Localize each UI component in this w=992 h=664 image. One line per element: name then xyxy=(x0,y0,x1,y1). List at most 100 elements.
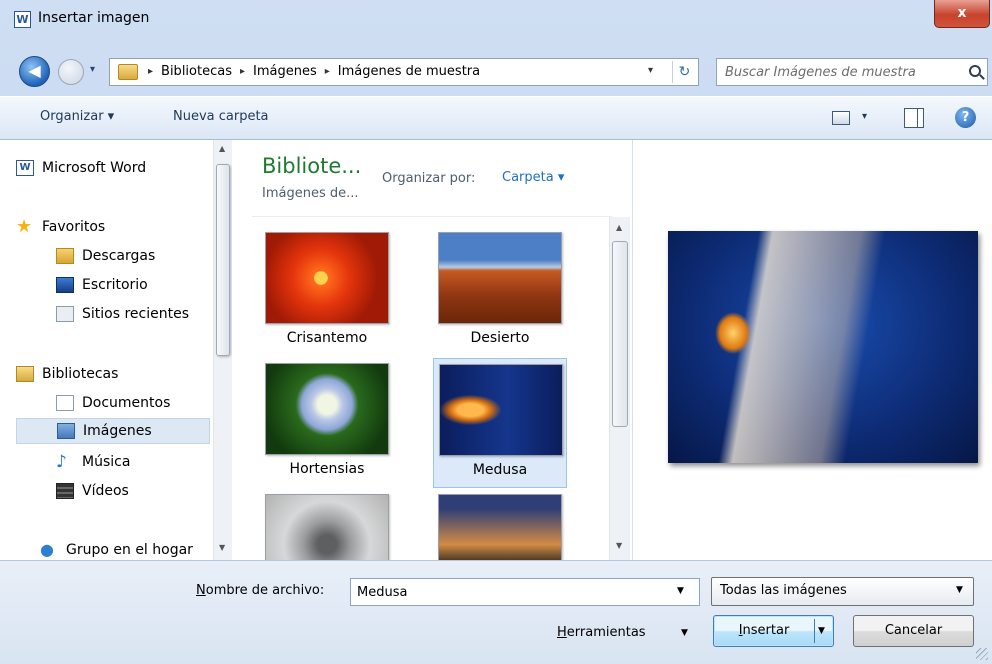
command-bar: Organizar ▾ Nueva carpeta ▾ ? xyxy=(0,96,992,140)
back-button[interactable]: ◀ xyxy=(19,56,50,87)
file-type-filter-value: Todas las imágenes xyxy=(720,583,847,598)
scroll-up-arrow-icon[interactable]: ▲ xyxy=(616,223,622,232)
navigation-scrollbar[interactable]: ▲ ▼ xyxy=(213,140,232,560)
nav-item-favoritos[interactable]: ★ Favoritos xyxy=(16,214,210,240)
nav-item-label: Favoritos xyxy=(42,219,106,235)
library-subtitle: Imágenes de... xyxy=(262,186,359,201)
scroll-up-arrow-icon[interactable]: ▲ xyxy=(219,144,225,153)
nav-item-bibliotecas[interactable]: Bibliotecas xyxy=(16,361,210,387)
scrollbar-thumb[interactable] xyxy=(612,241,628,427)
scrollbar-thumb[interactable] xyxy=(216,164,230,356)
file-tile-koala[interactable] xyxy=(262,490,392,560)
nav-item-label: Sitios recientes xyxy=(82,306,189,322)
chrysanthemum-thumbnail xyxy=(265,232,389,324)
nav-item-label: Imágenes xyxy=(83,423,152,439)
divider xyxy=(252,216,612,217)
file-list-scrollbar[interactable]: ▲ ▼ xyxy=(609,217,630,560)
new-folder-button[interactable]: Nueva carpeta xyxy=(173,109,269,124)
address-bar[interactable]: ▸ Bibliotecas ▸ Imágenes ▸ Imágenes de m… xyxy=(109,58,699,86)
insert-image-dialog: W Insertar imagen x ◀ ▾ ▸ Bibliotecas ▸ … xyxy=(0,0,992,664)
nav-item-microsoft-word[interactable]: W Microsoft Word xyxy=(16,155,210,181)
file-tile-crisantemo[interactable]: Crisantemo xyxy=(262,228,392,356)
close-button[interactable]: x xyxy=(934,0,990,28)
address-dropdown[interactable]: ▾ xyxy=(648,65,653,76)
arrange-by-label: Organizar por: xyxy=(382,171,476,186)
split-divider xyxy=(814,619,815,643)
preview-pane-toggle-icon[interactable] xyxy=(904,108,924,128)
nav-item-label: Documentos xyxy=(82,395,171,411)
breadcrumb-separator[interactable]: ▸ xyxy=(148,66,153,77)
file-type-filter-select[interactable]: Todas las imágenes ▼ xyxy=(711,577,974,606)
help-icon[interactable]: ? xyxy=(955,107,976,128)
filename-input[interactable] xyxy=(357,583,657,601)
downloads-folder-icon xyxy=(56,248,74,264)
title-bar: W Insertar imagen x xyxy=(0,0,992,40)
file-tile-medusa[interactable]: Medusa xyxy=(433,358,567,488)
word-icon: W xyxy=(16,160,34,176)
breadcrumb: ▸ Bibliotecas ▸ Imágenes ▸ Imágenes de m… xyxy=(148,64,480,79)
file-tile-desierto[interactable]: Desierto xyxy=(435,228,565,356)
breadcrumb-separator[interactable]: ▸ xyxy=(325,66,330,77)
library-title: Bibliote... xyxy=(262,154,362,178)
change-view-icon[interactable] xyxy=(832,111,850,125)
nav-item-label: Escritorio xyxy=(82,277,148,293)
hydrangeas-thumbnail xyxy=(265,363,389,455)
insert-options-dropdown[interactable]: ▼ xyxy=(818,616,825,646)
search-box[interactable] xyxy=(716,58,988,86)
nav-item-escritorio[interactable]: Escritorio xyxy=(56,272,212,298)
arrange-by-dropdown[interactable]: Carpeta ▾ xyxy=(502,170,564,185)
cancel-button[interactable]: Cancelar xyxy=(853,615,974,647)
filename-field[interactable]: ▼ xyxy=(350,578,700,606)
file-name: Hortensias xyxy=(289,461,365,477)
view-options-dropdown[interactable]: ▾ xyxy=(862,111,867,122)
forward-button[interactable] xyxy=(58,59,84,85)
file-name: Desierto xyxy=(470,330,530,346)
insert-label: Insertar xyxy=(738,623,790,638)
breadcrumb-imagenes[interactable]: Imágenes xyxy=(253,64,317,79)
recent-places-icon xyxy=(56,306,74,322)
folder-icon xyxy=(118,64,138,80)
videos-icon xyxy=(56,483,74,499)
navigation-pane: W Microsoft Word ★ Favoritos Descargas E… xyxy=(0,140,232,560)
tools-dropdown-arrow[interactable]: ▼ xyxy=(681,628,688,638)
filename-history-dropdown[interactable]: ▼ xyxy=(677,586,684,596)
window-title: Insertar imagen xyxy=(38,10,150,26)
search-icon[interactable] xyxy=(969,65,981,77)
nav-item-videos[interactable]: Vídeos xyxy=(56,478,212,504)
nav-item-label: Microsoft Word xyxy=(42,160,147,176)
nav-item-documentos[interactable]: Documentos xyxy=(56,390,212,416)
file-tile-faro[interactable] xyxy=(435,490,565,560)
organize-menu-button[interactable]: Organizar ▾ xyxy=(40,109,114,124)
libraries-icon xyxy=(16,366,34,382)
nav-item-label: Descargas xyxy=(82,248,156,264)
nav-item-label: Grupo en el hogar xyxy=(66,542,193,558)
recent-locations-dropdown[interactable]: ▾ xyxy=(90,64,95,75)
insert-button[interactable]: Insertar ▼ xyxy=(713,615,834,647)
file-name: Crisantemo xyxy=(286,330,368,346)
nav-item-musica[interactable]: ♪ Música xyxy=(56,449,212,475)
scroll-down-arrow-icon[interactable]: ▼ xyxy=(219,543,225,552)
file-name: Medusa xyxy=(472,462,528,478)
music-icon: ♪ xyxy=(56,452,67,472)
file-list-pane: Bibliote... Imágenes de... Organizar por… xyxy=(232,140,632,560)
search-input[interactable] xyxy=(725,63,955,81)
nav-item-imagenes[interactable]: Imágenes xyxy=(16,418,210,444)
nav-item-label: Vídeos xyxy=(82,483,129,499)
jellyfish-preview-image xyxy=(668,231,978,463)
desktop-icon xyxy=(56,277,74,293)
nav-item-sitios-recientes[interactable]: Sitios recientes xyxy=(56,301,212,327)
dialog-footer: Nombre de archivo: ▼ Todas las imágenes … xyxy=(0,560,992,664)
breadcrumb-imagenes-de-muestra[interactable]: Imágenes de muestra xyxy=(338,64,480,79)
koala-thumbnail xyxy=(265,494,389,560)
scroll-down-arrow-icon[interactable]: ▼ xyxy=(616,541,622,550)
file-tile-hortensias[interactable]: Hortensias xyxy=(262,359,392,487)
tools-menu-button[interactable]: Herramientas xyxy=(557,625,646,640)
nav-item-descargas[interactable]: Descargas xyxy=(56,243,212,269)
breadcrumb-bibliotecas[interactable]: Bibliotecas xyxy=(161,64,232,79)
lighthouse-thumbnail xyxy=(438,494,562,560)
pictures-icon xyxy=(57,423,75,439)
resize-grip[interactable] xyxy=(976,648,988,660)
jellyfish-thumbnail xyxy=(439,364,563,456)
breadcrumb-separator[interactable]: ▸ xyxy=(240,66,245,77)
refresh-icon[interactable]: ↻ xyxy=(672,61,696,83)
